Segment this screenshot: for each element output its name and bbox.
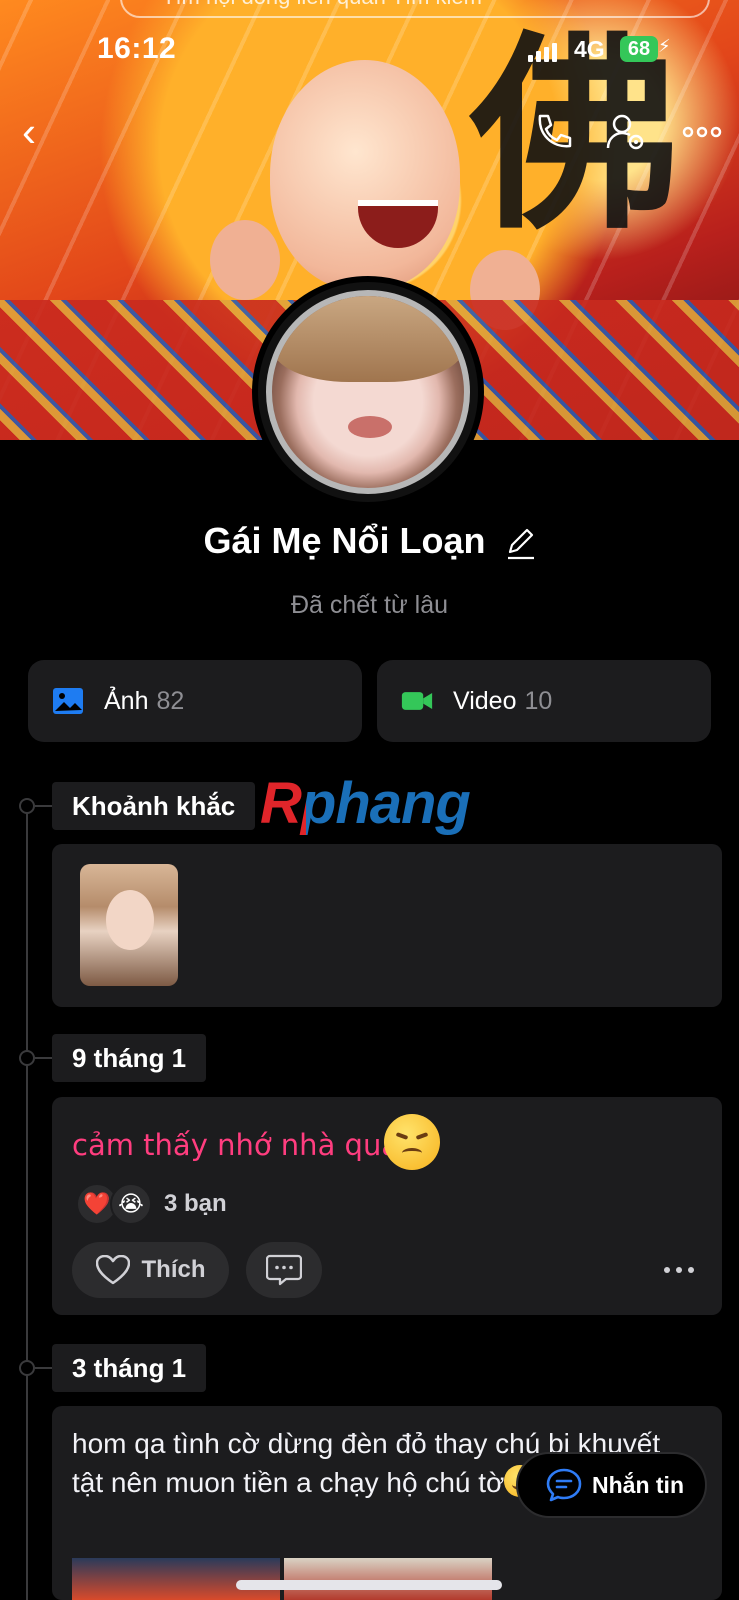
videos-label: Video	[453, 686, 517, 715]
network-type: 4G	[574, 36, 605, 62]
crying-reaction-icon: 😭	[110, 1183, 152, 1225]
chat-bubble-icon	[546, 1468, 582, 1502]
avatar[interactable]	[266, 290, 470, 494]
timeline-connector	[35, 805, 53, 807]
cover-figure-ear	[210, 220, 280, 300]
moment-thumbnail[interactable]	[80, 864, 178, 986]
reaction-count: 3 bạn	[164, 1190, 227, 1217]
moments-label: Khoảnh khắc	[52, 782, 256, 830]
photos-button[interactable]: Ảnh 82	[28, 660, 362, 742]
cover-figure-head	[270, 60, 460, 290]
timeline-connector	[35, 1367, 53, 1369]
heart-icon	[95, 1255, 130, 1285]
user-settings-icon[interactable]	[604, 110, 648, 154]
comment-button[interactable]	[246, 1242, 322, 1298]
post-text: cảm thấy nhớ nhà quá à	[72, 1128, 427, 1162]
home-indicator[interactable]	[236, 1580, 502, 1590]
photo-icon	[53, 688, 83, 714]
battery-level: 68	[620, 36, 658, 62]
videos-count: 10	[524, 686, 553, 715]
message-button[interactable]: Nhắn tin	[516, 1452, 707, 1518]
profile-name-row: Gái Mẹ Nổi Loạn	[0, 520, 739, 562]
video-camera-icon	[401, 692, 433, 710]
sad-face-emoji-icon	[384, 1114, 440, 1170]
profile-name: Gái Mẹ Nổi Loạn	[203, 520, 486, 561]
photos-label: Ảnh	[104, 686, 149, 715]
post-more-icon[interactable]	[664, 1255, 704, 1285]
timeline-dot	[19, 798, 35, 814]
phone-call-icon[interactable]	[530, 110, 574, 154]
like-label: Thích	[141, 1256, 206, 1283]
status-bar: 16:12 4G 68 ⚡	[0, 30, 739, 70]
search-bar-partial[interactable]: Tìm hội đồng liên quan Tìm kiếm	[120, 0, 710, 18]
post-image[interactable]	[72, 1558, 280, 1600]
videos-button[interactable]: Video 10	[377, 660, 711, 742]
watermark-logo: Rphang	[260, 771, 471, 836]
photos-count: 82	[156, 686, 185, 715]
post-images[interactable]	[72, 1558, 492, 1600]
post-date: 3 tháng 1	[52, 1344, 207, 1392]
post-date: 9 tháng 1	[52, 1034, 207, 1082]
like-button[interactable]: Thích	[72, 1242, 229, 1298]
more-options-icon[interactable]	[680, 110, 724, 154]
back-icon[interactable]: ‹	[22, 111, 52, 153]
status-time: 16:12	[97, 32, 177, 65]
comment-icon	[266, 1254, 302, 1286]
timeline-connector	[35, 1057, 53, 1059]
avatar-hair	[272, 296, 464, 383]
timeline-line	[26, 800, 28, 1600]
edit-name-icon[interactable]	[506, 526, 536, 560]
charging-icon: ⚡	[658, 36, 671, 56]
message-label: Nhắn tin	[592, 1471, 684, 1498]
signal-icon	[528, 42, 557, 62]
timeline-dot	[19, 1360, 35, 1376]
post-image[interactable]	[284, 1558, 492, 1600]
timeline-dot	[19, 1050, 35, 1066]
moment-thumbnail-face	[106, 890, 154, 950]
reactions-summary[interactable]: ❤️ 😭 3 bạn	[76, 1182, 227, 1226]
avatar-lips	[348, 416, 392, 438]
profile-bio: Đã chết từ lâu	[290, 591, 449, 619]
